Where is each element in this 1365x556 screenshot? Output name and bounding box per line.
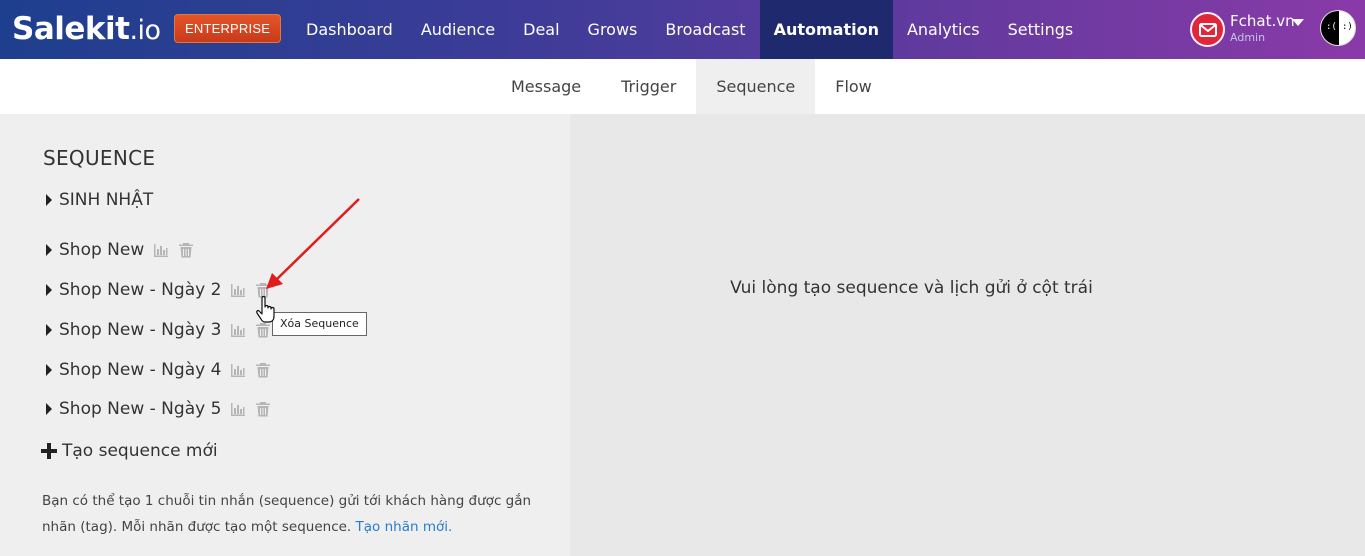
trash-icon[interactable] [255,401,271,417]
sad-face: :( [1326,22,1337,32]
create-tag-link[interactable]: Tạo nhãn mới. [356,519,453,535]
theme-toggle-icon[interactable]: :( :) [1320,10,1356,46]
help-text: Bạn có thể tạo 1 chuỗi tin nhắn (sequenc… [42,488,562,540]
user-name: Fchat.vn [1230,12,1295,30]
add-sequence-label: Tạo sequence mới [62,441,218,461]
bar-chart-icon[interactable] [230,322,246,338]
sequence-detail-panel: Vui lòng tạo sequence và lịch gửi ở cột … [570,114,1365,556]
caret-right-icon [46,324,52,336]
logo-text: Salekit [12,11,130,47]
nav-grows[interactable]: Grows [574,0,652,59]
trash-icon[interactable] [178,242,194,258]
nav-deal[interactable]: Deal [509,0,573,59]
chevron-down-icon[interactable] [1292,19,1304,26]
empty-state-message: Vui lòng tạo sequence và lịch gửi ở cột … [730,278,1093,298]
sequence-label: Shop New - Ngày 3 [59,320,222,340]
nav-audience[interactable]: Audience [407,0,509,59]
bar-chart-icon[interactable] [230,362,246,378]
nav-automation[interactable]: Automation [759,0,893,59]
sequence-item[interactable]: Shop New - Ngày 4 [46,358,271,382]
top-navbar: Salekit.io ENTERPRISE Dashboard Audience… [0,0,1365,59]
sequence-label: Shop New - Ngày 5 [59,399,222,419]
plus-icon [41,443,57,459]
caret-right-icon [46,403,52,415]
caret-right-icon [46,284,52,296]
user-avatar [1190,12,1225,47]
sequence-label: Shop New - Ngày 4 [59,360,222,380]
main-nav: Dashboard Audience Deal Grows Broadcast … [292,0,1087,59]
sequence-label: SINH NHẬT [59,190,154,210]
sequence-item[interactable]: Shop New - Ngày 2 [46,278,271,302]
caret-right-icon [46,194,52,206]
salekit-logo[interactable]: Salekit.io [12,10,161,50]
trash-icon[interactable] [255,282,271,298]
bar-chart-icon[interactable] [230,282,246,298]
delete-tooltip: Xóa Sequence [272,312,367,336]
user-role: Admin [1230,31,1266,44]
tab-trigger[interactable]: Trigger [601,59,696,114]
sequence-item[interactable]: Shop New - Ngày 3 [46,318,271,342]
automation-tabs: Message Trigger Sequence Flow [491,59,892,114]
sidebar-title: SEQUENCE [43,146,156,170]
nav-broadcast[interactable]: Broadcast [651,0,759,59]
logo-tld: .io [129,15,161,46]
mail-icon [1198,22,1217,37]
tab-message[interactable]: Message [491,59,601,114]
nav-dashboard[interactable]: Dashboard [292,0,407,59]
nav-analytics[interactable]: Analytics [893,0,994,59]
nav-settings[interactable]: Settings [994,0,1088,59]
trash-icon[interactable] [255,362,271,378]
sequence-item[interactable]: Shop New - Ngày 5 [46,397,271,421]
trash-icon[interactable] [255,322,271,338]
sequence-item[interactable]: Shop New [46,238,194,262]
bar-chart-icon[interactable] [230,401,246,417]
help-description: Bạn có thể tạo 1 chuỗi tin nhắn (sequenc… [42,493,532,535]
sequence-item[interactable]: SINH NHẬT [46,188,153,212]
sequence-label: Shop New [59,240,145,260]
user-menu[interactable]: Fchat.vn Admin [1190,10,1310,50]
caret-right-icon [46,244,52,256]
plan-badge: ENTERPRISE [174,14,282,43]
sequence-label: Shop New - Ngày 2 [59,280,222,300]
tab-sequence[interactable]: Sequence [696,59,816,114]
add-sequence-button[interactable]: Tạo sequence mới [41,441,218,461]
bar-chart-icon[interactable] [153,242,169,258]
sub-navbar: Message Trigger Sequence Flow [0,59,1365,114]
tab-flow[interactable]: Flow [815,59,892,114]
happy-face: :) [1342,22,1353,32]
caret-right-icon [46,364,52,376]
